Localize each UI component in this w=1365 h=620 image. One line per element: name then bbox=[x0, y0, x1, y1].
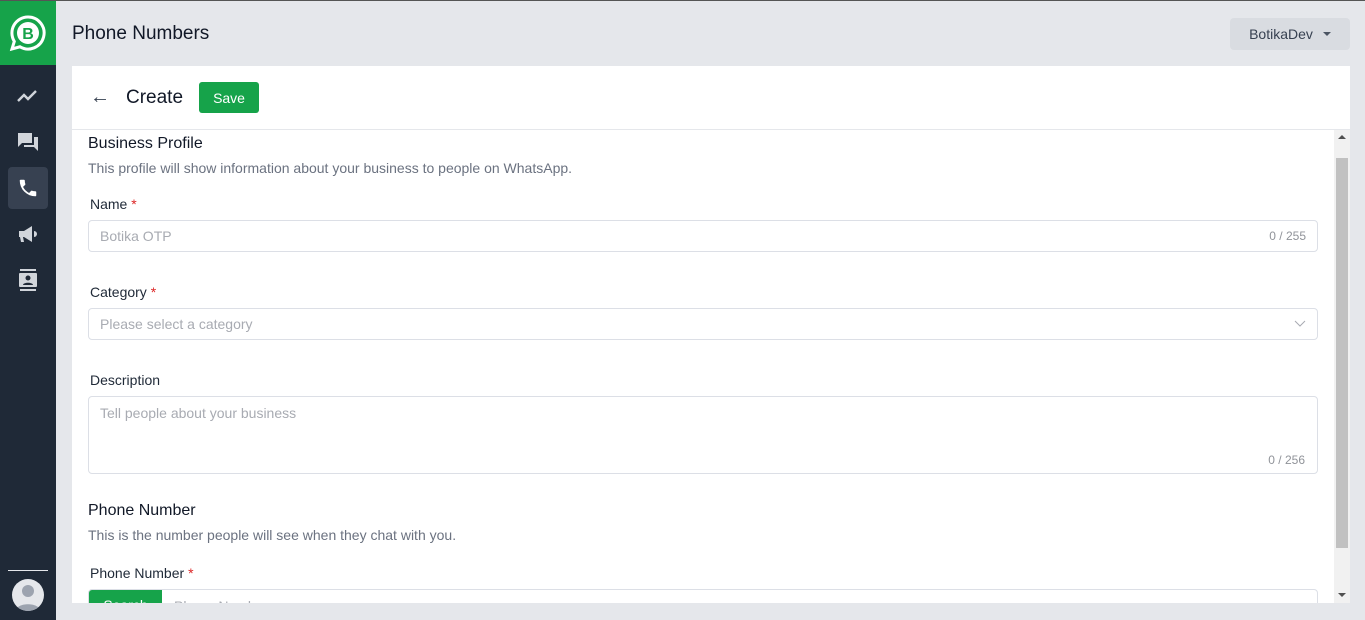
save-button[interactable]: Save bbox=[199, 82, 260, 113]
description-label: Description bbox=[90, 372, 161, 388]
phone-label: Phone Number * bbox=[90, 565, 1318, 581]
category-label-text: Category bbox=[90, 284, 147, 300]
name-label-text: Name bbox=[90, 196, 128, 212]
scroll-down-icon[interactable] bbox=[1338, 593, 1346, 597]
sidebar-item-contacts[interactable] bbox=[8, 259, 48, 301]
section-subtitle: This profile will show information about… bbox=[88, 160, 573, 176]
account-dropdown[interactable]: BotikaDev bbox=[1230, 18, 1350, 50]
category-placeholder: Please select a category bbox=[100, 316, 253, 332]
sidebar-item-phone-numbers[interactable] bbox=[8, 167, 48, 209]
chart-line-icon bbox=[17, 90, 37, 102]
name-label: Name * bbox=[90, 196, 1318, 212]
chat-icon bbox=[18, 133, 38, 151]
svg-text:B: B bbox=[22, 26, 34, 43]
description-textarea[interactable]: Tell people about your business 0 / 256 bbox=[88, 396, 1318, 474]
section-subtitle: This is the number people will see when … bbox=[88, 527, 457, 543]
contacts-icon bbox=[19, 269, 37, 291]
scrollbar-thumb[interactable] bbox=[1336, 158, 1348, 548]
scrollbar[interactable] bbox=[1334, 130, 1350, 603]
name-char-count: 0 / 255 bbox=[1269, 229, 1306, 243]
sidebar-item-analytics[interactable] bbox=[8, 75, 48, 117]
user-icon bbox=[16, 585, 40, 611]
required-mark: * bbox=[150, 284, 157, 300]
required-mark: * bbox=[131, 196, 137, 212]
description-char-count: 0 / 256 bbox=[1268, 453, 1305, 467]
caret-down-icon bbox=[1322, 32, 1331, 36]
card-title: Create bbox=[126, 86, 184, 108]
section-title: Phone Number bbox=[88, 502, 196, 519]
account-name: BotikaDev bbox=[1249, 26, 1313, 42]
whatsapp-business-logo[interactable]: B bbox=[0, 1, 56, 65]
chevron-down-icon bbox=[1294, 320, 1306, 327]
phone-number-input[interactable]: Phone Number bbox=[162, 590, 280, 603]
sidebar-item-chats[interactable] bbox=[8, 121, 48, 163]
sidebar-divider bbox=[8, 570, 48, 571]
category-select[interactable]: Please select a category bbox=[88, 308, 1318, 340]
form-body: Business Profile This profile will show … bbox=[72, 130, 1334, 603]
phone-number-field: SearchPhone Number bbox=[88, 589, 1318, 603]
phone-icon bbox=[19, 179, 37, 197]
page-title: Phone Numbers bbox=[72, 23, 210, 44]
sidebar: B bbox=[0, 1, 56, 620]
search-button[interactable]: Search bbox=[89, 590, 162, 603]
category-label: Category * bbox=[90, 284, 1318, 300]
avatar[interactable] bbox=[12, 579, 44, 611]
required-mark: * bbox=[188, 565, 194, 581]
create-card: ← Create Save Business Profile This prof… bbox=[72, 66, 1350, 603]
name-placeholder: Botika OTP bbox=[100, 228, 172, 244]
whatsapp-business-icon: B bbox=[9, 15, 46, 52]
description-placeholder: Tell people about your business bbox=[100, 405, 297, 421]
scroll-up-icon[interactable] bbox=[1338, 135, 1346, 139]
sidebar-item-broadcast[interactable] bbox=[8, 213, 48, 255]
section-title: Business Profile bbox=[88, 135, 203, 152]
name-input[interactable]: Botika OTP 0 / 255 bbox=[88, 220, 1318, 252]
back-arrow-icon[interactable]: ← bbox=[90, 86, 126, 109]
card-header: ← Create Save bbox=[72, 66, 1350, 130]
phone-label-text: Phone Number bbox=[90, 565, 185, 581]
megaphone-icon bbox=[19, 226, 37, 242]
